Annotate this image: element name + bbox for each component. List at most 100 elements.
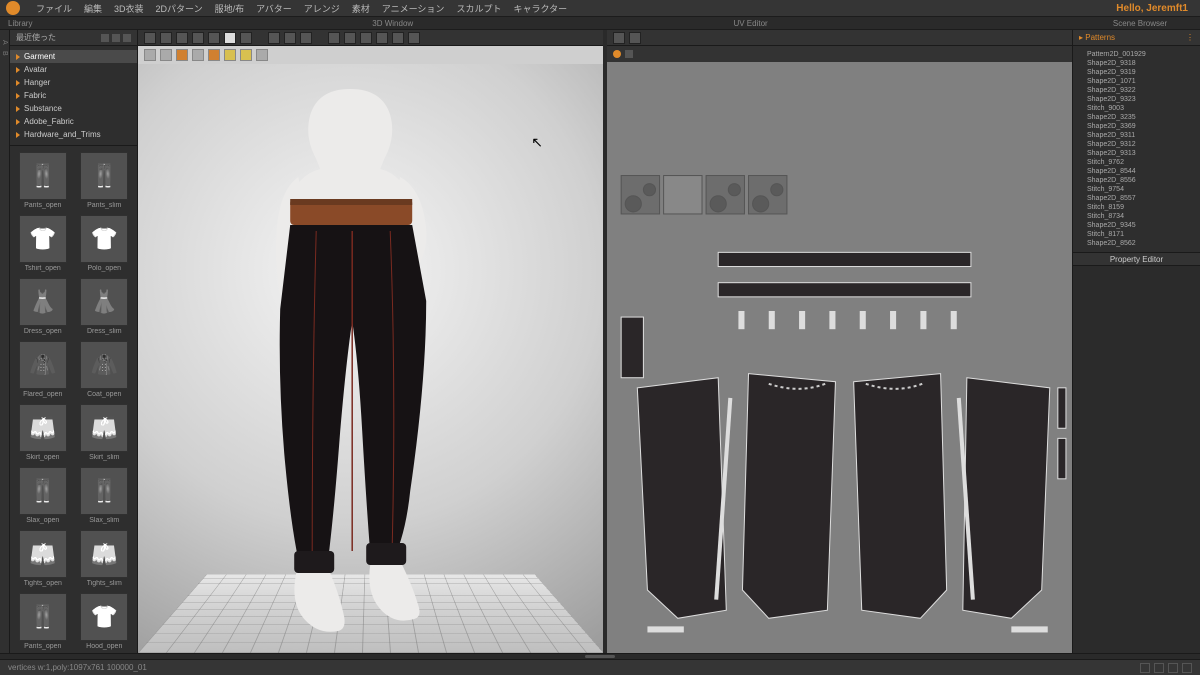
library-thumbnail[interactable]: 🧥Flared_open	[14, 341, 72, 398]
scene-tree-item[interactable]: Shape2D_3235	[1077, 113, 1196, 122]
tool-button[interactable]	[408, 32, 420, 44]
library-thumbnail[interactable]: 👖Pants_open	[14, 152, 72, 209]
library-thumbnail[interactable]: 🩳Skirt_open	[14, 404, 72, 461]
tool-button[interactable]	[613, 32, 625, 44]
menu-item[interactable]: キャラクター	[513, 2, 567, 15]
scene-tree-item[interactable]: Shape2D_9322	[1077, 86, 1196, 95]
scene-tree-item[interactable]: Shape2D_9318	[1077, 59, 1196, 68]
library-thumbnail[interactable]: 👖Slax_slim	[76, 467, 134, 524]
view-mode-button[interactable]	[208, 49, 220, 61]
view-mode-button[interactable]	[192, 49, 204, 61]
menu-item[interactable]: 服地/布	[215, 2, 245, 15]
status-icon[interactable]	[1182, 663, 1192, 673]
folder-item[interactable]: Adobe_Fabric	[10, 115, 137, 128]
library-thumbnail[interactable]: 👕Tshirt_open	[14, 215, 72, 272]
view-mode-button[interactable]	[256, 49, 268, 61]
tool-button[interactable]	[160, 32, 172, 44]
scene-tree-item[interactable]: Shape2D_3369	[1077, 122, 1196, 131]
library-thumbnail[interactable]: 👖Pants_slim	[76, 152, 134, 209]
view-mode-button[interactable]	[144, 49, 156, 61]
scene-3d[interactable]: ↖	[138, 64, 603, 653]
tab-3d-window[interactable]: 3D Window	[364, 17, 421, 29]
scene-tree-item[interactable]: Shape2D_9345	[1077, 221, 1196, 230]
tool-button[interactable]	[376, 32, 388, 44]
tab-library[interactable]: Library	[0, 17, 60, 29]
scene-tree-item[interactable]: Stitch_8734	[1077, 212, 1196, 221]
tool-button[interactable]	[240, 32, 252, 44]
status-icon[interactable]	[1154, 663, 1164, 673]
library-thumbnail[interactable]: 👗Dress_open	[14, 278, 72, 335]
library-thumbnail[interactable]: 👕Polo_open	[76, 215, 134, 272]
library-thumbnail[interactable]: 👕Hood_open	[76, 593, 134, 650]
tool-button[interactable]	[344, 32, 356, 44]
scene-tree-item[interactable]: Shape2D_9323	[1077, 95, 1196, 104]
tool-button[interactable]	[208, 32, 220, 44]
menu-item[interactable]: アバター	[256, 2, 292, 15]
folder-item[interactable]: Substance	[10, 102, 137, 115]
library-thumbnail[interactable]: 🩳Skirt_slim	[76, 404, 134, 461]
library-thumbnail[interactable]: 🩳Tights_slim	[76, 530, 134, 587]
menu-item[interactable]: アニメーション	[382, 2, 445, 15]
menu-item[interactable]: 3D衣装	[114, 2, 144, 15]
library-thumbnail[interactable]: 🩳Tights_open	[14, 530, 72, 587]
menu-item[interactable]: スカルプト	[456, 2, 501, 15]
tool-button[interactable]	[144, 32, 156, 44]
tool-button[interactable]	[328, 32, 340, 44]
tool-button[interactable]	[268, 32, 280, 44]
view-mode-button[interactable]	[176, 49, 188, 61]
rail-tab[interactable]: B	[1, 51, 8, 56]
scene-tree-item[interactable]: Pattern2D_001929	[1077, 50, 1196, 59]
menu-item[interactable]: 素材	[352, 2, 370, 15]
view-mode-button[interactable]	[240, 49, 252, 61]
folder-item[interactable]: Hanger	[10, 76, 137, 89]
sidebar-icon[interactable]	[101, 34, 109, 42]
view-option[interactable]	[625, 50, 633, 58]
viewport-2d	[607, 30, 1072, 653]
scene-tree-item[interactable]: Shape2D_8556	[1077, 176, 1196, 185]
tool-button[interactable]	[300, 32, 312, 44]
folder-item[interactable]: Hardware_and_Trims	[10, 128, 137, 141]
menu-item[interactable]: 編集	[84, 2, 102, 15]
library-thumbnail[interactable]: 👗Dress_slim	[76, 278, 134, 335]
tool-button[interactable]	[192, 32, 204, 44]
tool-button[interactable]	[176, 32, 188, 44]
tool-button[interactable]	[392, 32, 404, 44]
menu-item[interactable]: 2Dパターン	[156, 2, 203, 15]
menu-item[interactable]: ファイル	[36, 2, 72, 15]
scene-2d[interactable]	[607, 62, 1072, 653]
scene-tree-item[interactable]: Stitch_8159	[1077, 203, 1196, 212]
tool-button[interactable]	[224, 32, 236, 44]
library-thumbnail[interactable]: 👖Pants_open	[14, 593, 72, 650]
folder-item[interactable]: Garment	[10, 50, 137, 63]
scene-tree-item[interactable]: Shape2D_8544	[1077, 167, 1196, 176]
menu-item[interactable]: アレンジ	[304, 2, 340, 15]
scene-tree-item[interactable]: Shape2D_8557	[1077, 194, 1196, 203]
panel-menu-icon[interactable]: ⋮	[1186, 33, 1194, 42]
library-thumbnail[interactable]: 👖Slax_open	[14, 467, 72, 524]
sidebar-icon[interactable]	[112, 34, 120, 42]
rail-tab[interactable]: A	[1, 40, 8, 45]
tool-button[interactable]	[360, 32, 372, 44]
view-mode-button[interactable]	[224, 49, 236, 61]
status-icon[interactable]	[1168, 663, 1178, 673]
tool-button[interactable]	[629, 32, 641, 44]
scene-tree-item[interactable]: Shape2D_9311	[1077, 131, 1196, 140]
scene-tree-item[interactable]: Stitch_9754	[1077, 185, 1196, 194]
library-thumbnail[interactable]: 🧥Coat_open	[76, 341, 134, 398]
status-icon[interactable]	[1140, 663, 1150, 673]
scene-tree-item[interactable]: Shape2D_9313	[1077, 149, 1196, 158]
scene-tree-item[interactable]: Shape2D_8562	[1077, 239, 1196, 248]
view-mode-button[interactable]	[160, 49, 172, 61]
scene-tree-item[interactable]: Stitch_9003	[1077, 104, 1196, 113]
sidebar-icon[interactable]	[123, 34, 131, 42]
folder-item[interactable]: Avatar	[10, 63, 137, 76]
tab-uv-editor[interactable]: UV Editor	[725, 17, 775, 29]
tool-button[interactable]	[284, 32, 296, 44]
scene-tree-item[interactable]: Stitch_8171	[1077, 230, 1196, 239]
scene-tree-item[interactable]: Shape2D_9319	[1077, 68, 1196, 77]
tab-scene-browser[interactable]: Scene Browser	[1080, 17, 1200, 29]
scene-tree-item[interactable]: Shape2D_9312	[1077, 140, 1196, 149]
folder-item[interactable]: Fabric	[10, 89, 137, 102]
scene-tree-item[interactable]: Shape2D_1071	[1077, 77, 1196, 86]
scene-tree-item[interactable]: Stitch_9762	[1077, 158, 1196, 167]
